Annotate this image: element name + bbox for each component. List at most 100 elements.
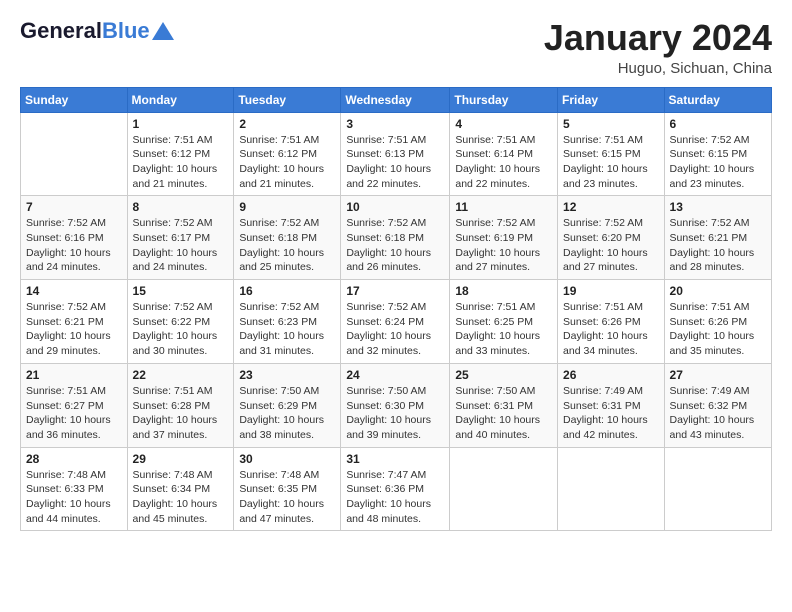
- day-info: Sunrise: 7:52 AMSunset: 6:19 PMDaylight:…: [455, 217, 540, 273]
- day-number: 13: [670, 200, 766, 214]
- day-info: Sunrise: 7:50 AMSunset: 6:30 PMDaylight:…: [346, 385, 431, 441]
- day-info: Sunrise: 7:47 AMSunset: 6:36 PMDaylight:…: [346, 469, 431, 525]
- day-info: Sunrise: 7:52 AMSunset: 6:15 PMDaylight:…: [670, 134, 755, 190]
- day-number: 15: [133, 284, 229, 298]
- day-number: 16: [239, 284, 335, 298]
- day-info: Sunrise: 7:52 AMSunset: 6:16 PMDaylight:…: [26, 217, 111, 273]
- week-row-4: 21 Sunrise: 7:51 AMSunset: 6:27 PMDaylig…: [21, 363, 772, 447]
- day-number: 6: [670, 117, 766, 131]
- week-row-5: 28 Sunrise: 7:48 AMSunset: 6:33 PMDaylig…: [21, 447, 772, 531]
- logo-general: General: [20, 18, 102, 44]
- header-saturday: Saturday: [664, 87, 771, 112]
- logo: General Blue: [20, 18, 174, 44]
- day-info: Sunrise: 7:49 AMSunset: 6:31 PMDaylight:…: [563, 385, 648, 441]
- day-number: 24: [346, 368, 444, 382]
- cell-week4-day4: 25 Sunrise: 7:50 AMSunset: 6:31 PMDaylig…: [450, 363, 558, 447]
- cell-week3-day5: 19 Sunrise: 7:51 AMSunset: 6:26 PMDaylig…: [558, 280, 665, 364]
- cell-week5-day6: [664, 447, 771, 531]
- day-number: 30: [239, 452, 335, 466]
- day-number: 31: [346, 452, 444, 466]
- cell-week2-day3: 10 Sunrise: 7:52 AMSunset: 6:18 PMDaylig…: [341, 196, 450, 280]
- day-info: Sunrise: 7:49 AMSunset: 6:32 PMDaylight:…: [670, 385, 755, 441]
- day-info: Sunrise: 7:48 AMSunset: 6:33 PMDaylight:…: [26, 469, 111, 525]
- cell-week1-day3: 3 Sunrise: 7:51 AMSunset: 6:13 PMDayligh…: [341, 112, 450, 196]
- logo-icon: [152, 22, 174, 40]
- location: Huguo, Sichuan, China: [544, 60, 772, 77]
- cell-week5-day0: 28 Sunrise: 7:48 AMSunset: 6:33 PMDaylig…: [21, 447, 128, 531]
- cell-week3-day1: 15 Sunrise: 7:52 AMSunset: 6:22 PMDaylig…: [127, 280, 234, 364]
- cell-week4-day0: 21 Sunrise: 7:51 AMSunset: 6:27 PMDaylig…: [21, 363, 128, 447]
- cell-week1-day4: 4 Sunrise: 7:51 AMSunset: 6:14 PMDayligh…: [450, 112, 558, 196]
- day-number: 25: [455, 368, 552, 382]
- day-number: 3: [346, 117, 444, 131]
- cell-week2-day4: 11 Sunrise: 7:52 AMSunset: 6:19 PMDaylig…: [450, 196, 558, 280]
- day-number: 2: [239, 117, 335, 131]
- cell-week1-day0: [21, 112, 128, 196]
- header-thursday: Thursday: [450, 87, 558, 112]
- weekday-header-row: Sunday Monday Tuesday Wednesday Thursday…: [21, 87, 772, 112]
- day-number: 26: [563, 368, 659, 382]
- day-info: Sunrise: 7:52 AMSunset: 6:18 PMDaylight:…: [346, 217, 431, 273]
- day-info: Sunrise: 7:51 AMSunset: 6:26 PMDaylight:…: [670, 301, 755, 357]
- day-number: 19: [563, 284, 659, 298]
- day-info: Sunrise: 7:48 AMSunset: 6:34 PMDaylight:…: [133, 469, 218, 525]
- day-info: Sunrise: 7:51 AMSunset: 6:14 PMDaylight:…: [455, 134, 540, 190]
- day-number: 17: [346, 284, 444, 298]
- calendar-table: Sunday Monday Tuesday Wednesday Thursday…: [20, 87, 772, 532]
- day-number: 9: [239, 200, 335, 214]
- day-info: Sunrise: 7:48 AMSunset: 6:35 PMDaylight:…: [239, 469, 324, 525]
- day-number: 14: [26, 284, 122, 298]
- cell-week5-day3: 31 Sunrise: 7:47 AMSunset: 6:36 PMDaylig…: [341, 447, 450, 531]
- day-info: Sunrise: 7:51 AMSunset: 6:28 PMDaylight:…: [133, 385, 218, 441]
- day-number: 5: [563, 117, 659, 131]
- day-info: Sunrise: 7:50 AMSunset: 6:31 PMDaylight:…: [455, 385, 540, 441]
- cell-week4-day5: 26 Sunrise: 7:49 AMSunset: 6:31 PMDaylig…: [558, 363, 665, 447]
- cell-week2-day5: 12 Sunrise: 7:52 AMSunset: 6:20 PMDaylig…: [558, 196, 665, 280]
- week-row-1: 1 Sunrise: 7:51 AMSunset: 6:12 PMDayligh…: [21, 112, 772, 196]
- cell-week1-day2: 2 Sunrise: 7:51 AMSunset: 6:12 PMDayligh…: [234, 112, 341, 196]
- day-info: Sunrise: 7:51 AMSunset: 6:15 PMDaylight:…: [563, 134, 648, 190]
- cell-week5-day2: 30 Sunrise: 7:48 AMSunset: 6:35 PMDaylig…: [234, 447, 341, 531]
- header-monday: Monday: [127, 87, 234, 112]
- cell-week2-day6: 13 Sunrise: 7:52 AMSunset: 6:21 PMDaylig…: [664, 196, 771, 280]
- day-number: 7: [26, 200, 122, 214]
- header-tuesday: Tuesday: [234, 87, 341, 112]
- cell-week3-day0: 14 Sunrise: 7:52 AMSunset: 6:21 PMDaylig…: [21, 280, 128, 364]
- day-number: 29: [133, 452, 229, 466]
- day-info: Sunrise: 7:52 AMSunset: 6:23 PMDaylight:…: [239, 301, 324, 357]
- day-number: 21: [26, 368, 122, 382]
- day-info: Sunrise: 7:51 AMSunset: 6:12 PMDaylight:…: [133, 134, 218, 190]
- week-row-2: 7 Sunrise: 7:52 AMSunset: 6:16 PMDayligh…: [21, 196, 772, 280]
- day-number: 22: [133, 368, 229, 382]
- title-area: January 2024 Huguo, Sichuan, China: [544, 18, 772, 77]
- day-number: 23: [239, 368, 335, 382]
- month-title: January 2024: [544, 18, 772, 58]
- day-info: Sunrise: 7:52 AMSunset: 6:17 PMDaylight:…: [133, 217, 218, 273]
- day-info: Sunrise: 7:52 AMSunset: 6:24 PMDaylight:…: [346, 301, 431, 357]
- day-number: 28: [26, 452, 122, 466]
- logo-blue: Blue: [102, 18, 150, 44]
- cell-week1-day1: 1 Sunrise: 7:51 AMSunset: 6:12 PMDayligh…: [127, 112, 234, 196]
- cell-week4-day3: 24 Sunrise: 7:50 AMSunset: 6:30 PMDaylig…: [341, 363, 450, 447]
- day-info: Sunrise: 7:52 AMSunset: 6:21 PMDaylight:…: [670, 217, 755, 273]
- cell-week4-day1: 22 Sunrise: 7:51 AMSunset: 6:28 PMDaylig…: [127, 363, 234, 447]
- day-info: Sunrise: 7:52 AMSunset: 6:21 PMDaylight:…: [26, 301, 111, 357]
- week-row-3: 14 Sunrise: 7:52 AMSunset: 6:21 PMDaylig…: [21, 280, 772, 364]
- day-info: Sunrise: 7:51 AMSunset: 6:12 PMDaylight:…: [239, 134, 324, 190]
- day-number: 18: [455, 284, 552, 298]
- cell-week5-day1: 29 Sunrise: 7:48 AMSunset: 6:34 PMDaylig…: [127, 447, 234, 531]
- cell-week3-day6: 20 Sunrise: 7:51 AMSunset: 6:26 PMDaylig…: [664, 280, 771, 364]
- day-number: 4: [455, 117, 552, 131]
- cell-week3-day2: 16 Sunrise: 7:52 AMSunset: 6:23 PMDaylig…: [234, 280, 341, 364]
- day-number: 8: [133, 200, 229, 214]
- day-number: 27: [670, 368, 766, 382]
- day-number: 20: [670, 284, 766, 298]
- cell-week4-day6: 27 Sunrise: 7:49 AMSunset: 6:32 PMDaylig…: [664, 363, 771, 447]
- cell-week2-day2: 9 Sunrise: 7:52 AMSunset: 6:18 PMDayligh…: [234, 196, 341, 280]
- header-friday: Friday: [558, 87, 665, 112]
- day-info: Sunrise: 7:50 AMSunset: 6:29 PMDaylight:…: [239, 385, 324, 441]
- cell-week2-day1: 8 Sunrise: 7:52 AMSunset: 6:17 PMDayligh…: [127, 196, 234, 280]
- day-info: Sunrise: 7:52 AMSunset: 6:22 PMDaylight:…: [133, 301, 218, 357]
- cell-week4-day2: 23 Sunrise: 7:50 AMSunset: 6:29 PMDaylig…: [234, 363, 341, 447]
- day-number: 11: [455, 200, 552, 214]
